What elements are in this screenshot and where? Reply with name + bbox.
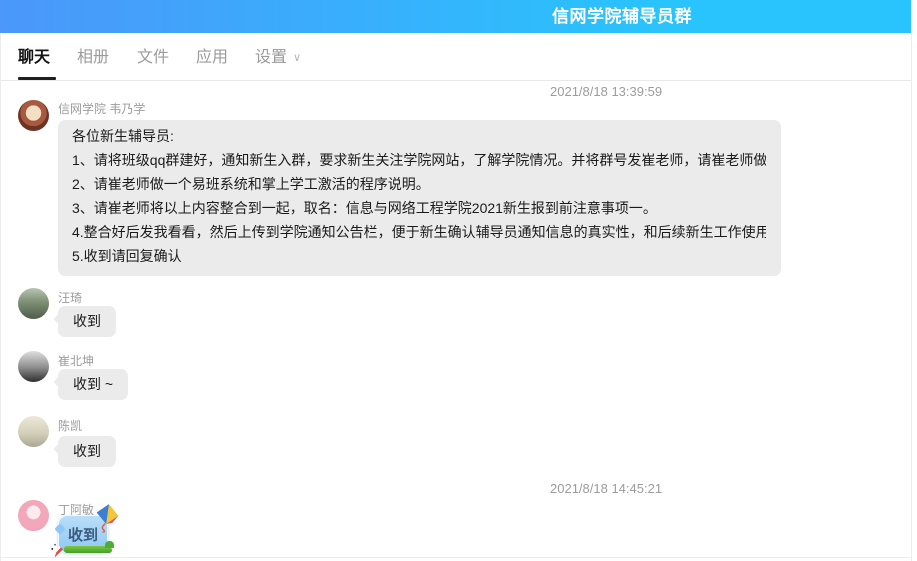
chevron-down-icon: ∨ bbox=[293, 52, 301, 64]
message-line: 4.整合好后发我看看，然后上传到学院通知公告栏，便于新生确认辅导员通知信息的真实… bbox=[72, 220, 766, 244]
tab-chat[interactable]: 聊天 bbox=[18, 33, 50, 81]
grass-sprout bbox=[105, 541, 114, 548]
avatar[interactable] bbox=[18, 288, 49, 319]
bubble-tail bbox=[54, 523, 65, 534]
group-header: 信网学院辅导员群 bbox=[0, 0, 911, 33]
tab-apps[interactable]: 应用 bbox=[196, 33, 228, 81]
avatar[interactable] bbox=[18, 100, 49, 131]
message-text: 收到 bbox=[73, 313, 101, 329]
message-line: 各位新生辅导员: bbox=[72, 124, 766, 148]
message-line: 3、请崔老师将以上内容整合到一起，取名：信息与网络工程学院2021新生报到前注意… bbox=[72, 196, 766, 220]
bubble-tail bbox=[53, 443, 64, 454]
avatar[interactable] bbox=[18, 500, 49, 531]
message-text: 收到 bbox=[73, 443, 101, 459]
sender-name: 信网学院 韦乃学 bbox=[58, 100, 145, 117]
group-title: 信网学院辅导员群 bbox=[552, 0, 692, 33]
tab-album[interactable]: 相册 bbox=[77, 33, 109, 81]
time-divider: 2021/8/18 14:45:21 bbox=[550, 481, 662, 496]
avatar[interactable] bbox=[18, 351, 49, 382]
time-divider: 2021/8/18 13:39:59 bbox=[550, 84, 662, 99]
sender-name: 汪琦 bbox=[58, 289, 82, 306]
message-line: 1、请将班级qq群建好，通知新生入群，要求新生关注学院网站，了解学院情况。并将群… bbox=[72, 148, 766, 172]
sender-name: 崔北坤 bbox=[58, 352, 94, 369]
message-bubble: 收到 bbox=[58, 515, 108, 553]
sender-name: 陈凯 bbox=[58, 417, 82, 434]
tab-files[interactable]: 文件 bbox=[137, 33, 169, 81]
message-text: 收到 ~ bbox=[73, 376, 113, 392]
message-line: 2、请崔老师做一个易班系统和掌上学工激活的程序说明。 bbox=[72, 172, 766, 196]
bottom-divider bbox=[0, 557, 911, 558]
kite-icon bbox=[92, 501, 122, 534]
message-bubble: 收到 ~ bbox=[58, 369, 128, 400]
window-left-border bbox=[0, 33, 1, 561]
bubble-tail bbox=[53, 376, 64, 387]
tab-settings[interactable]: 设置∨ bbox=[255, 33, 301, 81]
scrollbar-track[interactable] bbox=[911, 0, 917, 561]
message-bubble: 收到 bbox=[58, 306, 116, 337]
message-bubble: 收到 bbox=[58, 436, 116, 467]
active-tab-underline bbox=[18, 77, 56, 80]
bubble-tail bbox=[58, 127, 65, 138]
message-bubble: 各位新生辅导员: 1、请将班级qq群建好，通知新生入群，要求新生关注学院网站，了… bbox=[58, 120, 781, 276]
bubble-tail bbox=[53, 313, 64, 324]
avatar[interactable] bbox=[18, 416, 49, 447]
tab-bar: 聊天 相册 文件 应用 设置∨ bbox=[1, 33, 911, 81]
message-line: 5.收到请回复确认 bbox=[72, 244, 766, 268]
